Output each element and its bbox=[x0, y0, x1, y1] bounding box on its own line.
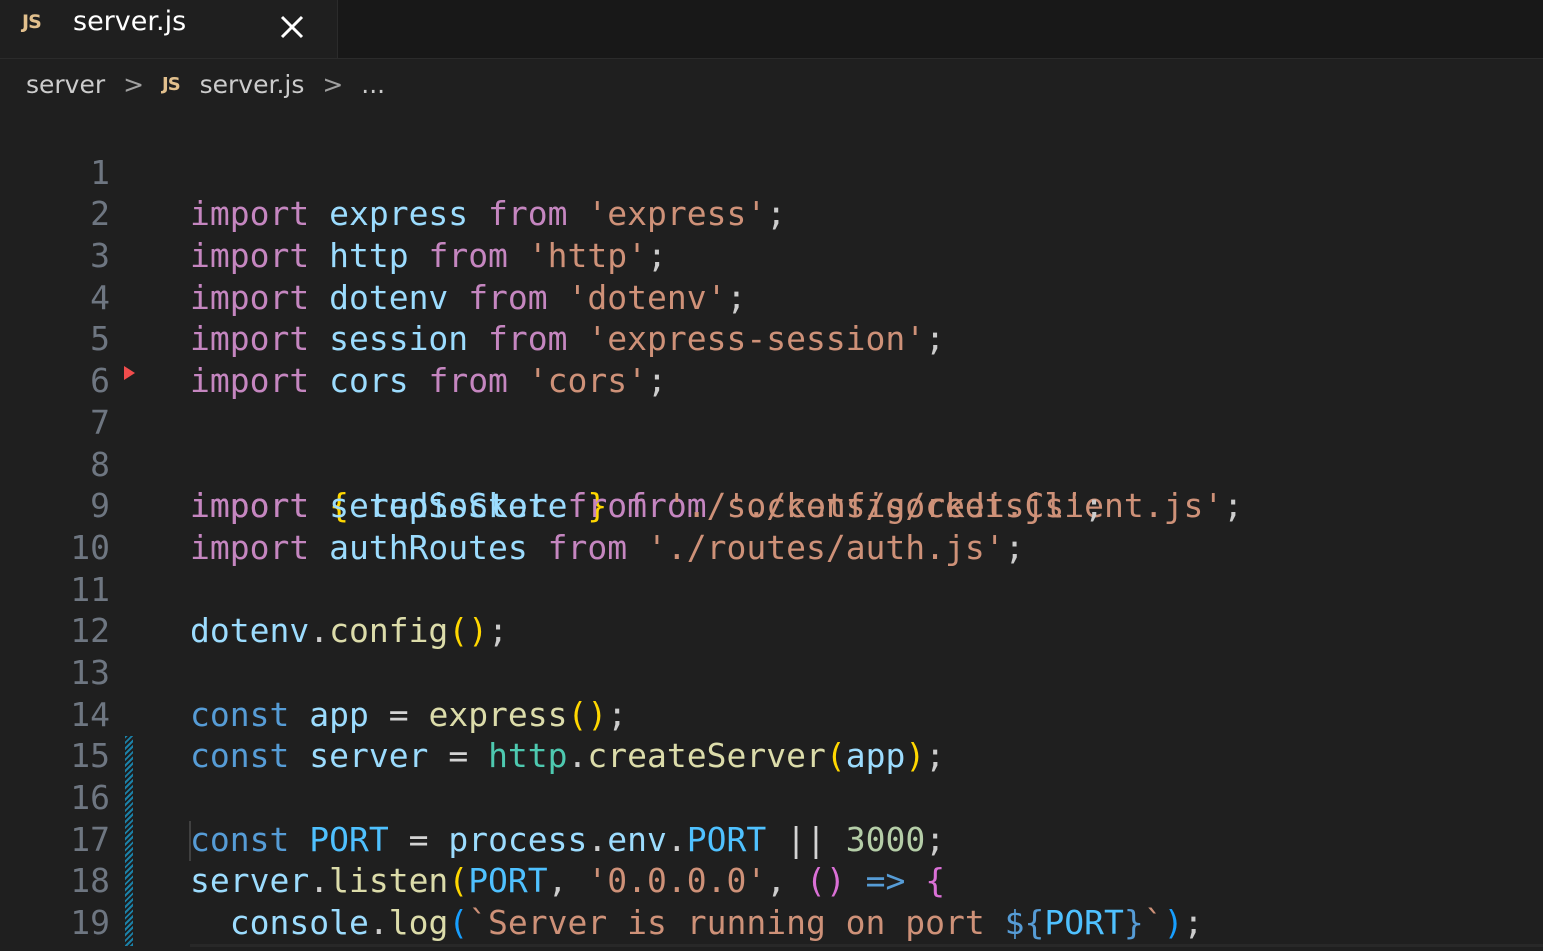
code-line: 15 bbox=[0, 694, 1543, 775]
code-line: 19 }); bbox=[0, 860, 1543, 951]
breadcrumb: server > JS server.js > ... bbox=[26, 68, 385, 108]
code-line: 20 bbox=[0, 902, 1543, 951]
code-area[interactable]: 1 import express from 'express'; 2 impor… bbox=[0, 110, 1543, 951]
code-line: 1 import express from 'express'; bbox=[0, 110, 1543, 234]
code-line: 16 const PORT = process.env.PORT || 3000… bbox=[0, 735, 1543, 859]
breadcrumb-folder[interactable]: server bbox=[26, 70, 105, 99]
code-line: 6 bbox=[0, 318, 1543, 400]
gutter-modified-indicator[interactable] bbox=[125, 736, 133, 946]
chevron-right-icon: > bbox=[123, 69, 145, 99]
code-line: 17 server.listen(PORT, '0.0.0.0', () => … bbox=[0, 777, 1543, 901]
code-line: 7 import { redisStore } from './config/r… bbox=[0, 360, 1543, 525]
code-line: 3 import dotenv from 'dotenv'; bbox=[0, 193, 1543, 317]
breadcrumb-file[interactable]: server.js bbox=[200, 70, 305, 99]
code-line: 10 bbox=[0, 485, 1543, 567]
code-line: 12 bbox=[0, 569, 1543, 650]
close-icon[interactable] bbox=[275, 8, 311, 44]
breakpoint-arrow-icon[interactable] bbox=[124, 366, 135, 381]
tab-title: server.js bbox=[73, 6, 187, 37]
current-line-highlight bbox=[190, 944, 1543, 947]
tab-server-js[interactable]: JS server.js bbox=[0, 0, 338, 58]
code-line: 14 const server = http.createServer(app)… bbox=[0, 652, 1543, 776]
code-editor: JS server.js server > JS server.js > ...… bbox=[0, 0, 1543, 951]
code-line: 11 dotenv.config(); bbox=[0, 527, 1543, 651]
code-line: 2 import http from 'http'; bbox=[0, 152, 1543, 275]
code-line: 9 import authRoutes from './routes/auth.… bbox=[0, 444, 1543, 567]
breadcrumb-symbols[interactable]: ... bbox=[361, 70, 385, 99]
code-line: 13 const app = express(); bbox=[0, 610, 1543, 734]
code-line: 18 console.log(`Server is running on por… bbox=[0, 819, 1543, 942]
code-line: 5 import cors from 'cors'; bbox=[0, 277, 1543, 400]
code-line: 4 import session from 'express-session'; bbox=[0, 235, 1543, 359]
code-line: 8 import setupSocket from './sockets/soc… bbox=[0, 402, 1543, 526]
indent-guide bbox=[189, 821, 191, 861]
javascript-file-icon: JS bbox=[162, 73, 181, 95]
javascript-file-icon: JS bbox=[22, 11, 42, 33]
line-number: 20 bbox=[0, 944, 110, 951]
chevron-right-icon: > bbox=[322, 69, 344, 99]
tab-bar: JS server.js bbox=[0, 0, 1543, 59]
